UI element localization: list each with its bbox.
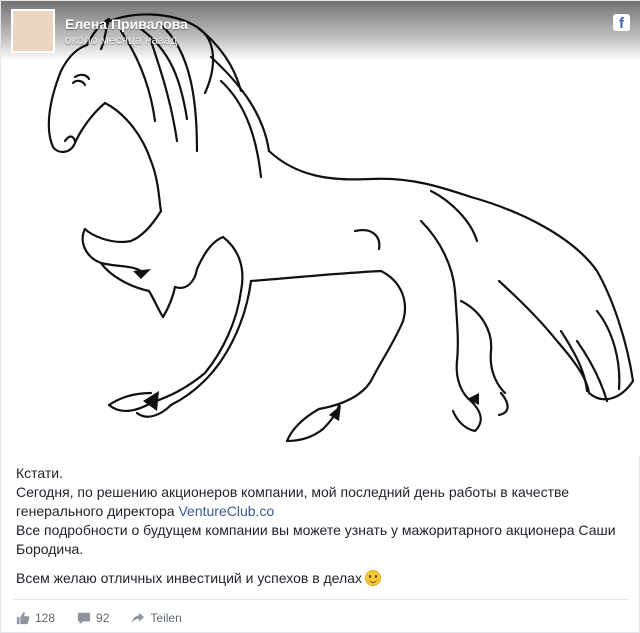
post-text-line: Все подробности о будущем компании вы мо… xyxy=(16,522,616,557)
share-icon xyxy=(132,612,145,624)
smiley-icon xyxy=(364,570,381,586)
post-header: Елена Привалова около месяца назад f xyxy=(1,1,640,61)
share-label: Teilen xyxy=(150,611,182,625)
thumbs-up-icon xyxy=(16,612,30,625)
comment-button[interactable]: 92 xyxy=(77,611,109,625)
post-text: Кстати. Сегодня, по решению акционеров к… xyxy=(16,464,628,588)
post-timestamp[interactable]: около месяца назад xyxy=(65,33,177,47)
post-text-fragment: Всем желаю отличных инвестиций и успехов… xyxy=(16,570,362,586)
facebook-icon[interactable]: f xyxy=(613,14,630,32)
post-text-line: Сегодня, по решению акционеров компании,… xyxy=(16,483,628,521)
post-actions: 128 92 Teilen xyxy=(16,608,204,628)
like-button[interactable]: 128 xyxy=(16,611,55,625)
like-count: 128 xyxy=(35,611,56,625)
comment-icon xyxy=(77,612,91,625)
comment-count: 92 xyxy=(96,611,110,625)
post-text-line: Кстати. xyxy=(16,465,64,481)
facebook-post-embed: Елена Привалова около месяца назад f Кст… xyxy=(0,0,640,633)
share-button[interactable]: Teilen xyxy=(131,611,182,625)
avatar-image xyxy=(13,11,55,53)
post-text-line: Всем желаю отличных инвестиций и успехов… xyxy=(16,569,628,588)
post-image[interactable]: Елена Привалова около месяца назад f xyxy=(1,1,640,456)
footer-divider xyxy=(13,599,629,600)
ventureclub-link[interactable]: VentureClub.co xyxy=(178,503,274,519)
author-avatar[interactable] xyxy=(11,9,55,53)
author-name[interactable]: Елена Привалова xyxy=(65,16,188,32)
post-text-fragment: Сегодня, по решению акционеров компании,… xyxy=(16,484,570,519)
horse-drawing xyxy=(47,13,635,443)
